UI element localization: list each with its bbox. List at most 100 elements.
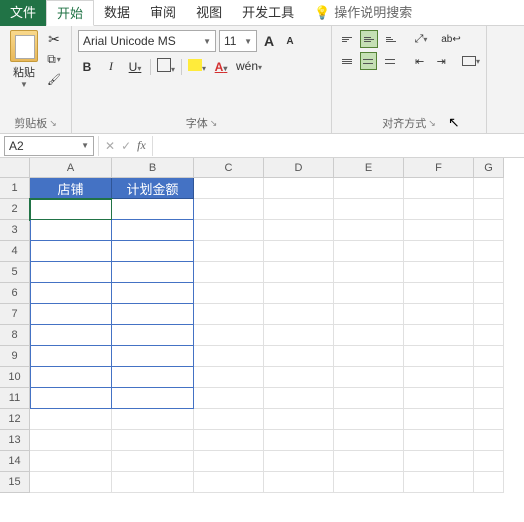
row-header[interactable]: 11 [0,388,30,409]
cell[interactable] [474,283,504,304]
cell[interactable] [112,409,194,430]
cell[interactable] [194,262,264,283]
col-header[interactable]: C [194,158,264,178]
cell[interactable] [112,241,194,262]
col-header[interactable]: D [264,158,334,178]
cut-button[interactable] [44,30,64,48]
cell[interactable] [474,199,504,220]
cell[interactable] [194,178,264,199]
cell[interactable] [264,325,334,346]
cell[interactable] [264,388,334,409]
cell[interactable] [264,451,334,472]
cell[interactable] [474,388,504,409]
cell[interactable] [334,472,404,493]
align-middle-button[interactable] [360,30,378,48]
merge-button[interactable]: ▾ [462,52,480,70]
tab-data[interactable]: 数据 [94,0,140,26]
cell[interactable] [30,409,112,430]
border-button[interactable]: ▾ [157,58,175,75]
cell[interactable]: 计划金额 [112,178,194,199]
cell[interactable] [474,409,504,430]
increase-font-button[interactable]: A [260,33,278,49]
wrap-text-button[interactable]: ab [442,30,460,48]
cell[interactable] [474,472,504,493]
paste-dropdown-icon[interactable]: ▼ [20,80,28,89]
row-header[interactable]: 5 [0,262,30,283]
col-header[interactable]: B [112,158,194,178]
cell[interactable] [30,220,112,241]
tab-dev[interactable]: 开发工具 [232,0,304,26]
cell[interactable] [112,262,194,283]
cell[interactable] [264,430,334,451]
col-header[interactable]: G [474,158,504,178]
cell[interactable] [112,346,194,367]
row-header[interactable]: 9 [0,346,30,367]
cell[interactable] [194,346,264,367]
cell[interactable] [112,451,194,472]
align-bottom-button[interactable] [382,30,400,48]
cell[interactable] [334,346,404,367]
cell[interactable] [404,178,474,199]
orientation-button[interactable]: ⤢▾ [412,30,430,48]
cell[interactable] [30,325,112,346]
cell[interactable] [194,388,264,409]
cell[interactable] [404,451,474,472]
font-name-select[interactable]: Arial Unicode MS ▼ [78,30,216,52]
spreadsheet-grid[interactable]: 1 2 3 4 5 6 7 8 9 10 11 12 13 14 15 A B … [0,158,524,493]
cell[interactable] [194,472,264,493]
cell[interactable] [194,409,264,430]
cell[interactable] [404,283,474,304]
cell[interactable] [30,472,112,493]
row-header[interactable]: 10 [0,367,30,388]
row-header[interactable]: 8 [0,325,30,346]
cell[interactable] [334,388,404,409]
cell[interactable] [334,178,404,199]
cell[interactable] [194,325,264,346]
row-header[interactable]: 1 [0,178,30,199]
cell[interactable] [334,367,404,388]
align-top-button[interactable] [338,30,356,48]
cell[interactable] [194,283,264,304]
cell[interactable] [264,283,334,304]
fx-button[interactable]: fx [137,138,146,153]
align-right-button[interactable] [381,52,399,70]
cell[interactable] [334,304,404,325]
cell[interactable] [474,178,504,199]
cell[interactable] [194,451,264,472]
cell[interactable] [264,367,334,388]
italic-button[interactable]: I [102,59,120,74]
cell[interactable] [404,241,474,262]
decrease-font-button[interactable]: A [281,36,299,47]
cell[interactable] [404,367,474,388]
cell[interactable] [30,388,112,409]
col-header[interactable]: F [404,158,474,178]
cell[interactable] [474,367,504,388]
col-header[interactable]: E [334,158,404,178]
cell[interactable] [404,199,474,220]
cell[interactable] [474,325,504,346]
row-header[interactable]: 3 [0,220,30,241]
cell[interactable] [474,262,504,283]
cell[interactable] [334,430,404,451]
increase-indent-button[interactable]: ⇥ [432,52,450,70]
cell[interactable]: 店铺 [30,178,112,199]
clipboard-expand-icon[interactable]: ↘ [49,118,57,129]
cell[interactable] [112,367,194,388]
col-header[interactable]: A [30,158,112,178]
cell[interactable] [194,220,264,241]
font-size-select[interactable]: 11 ▼ [219,30,257,52]
cell[interactable] [404,472,474,493]
row-header[interactable]: 4 [0,241,30,262]
cell[interactable] [334,409,404,430]
cell[interactable] [112,430,194,451]
enter-button[interactable]: ✓ [121,139,131,153]
cell[interactable] [112,388,194,409]
cell[interactable] [334,451,404,472]
align-left-button[interactable] [338,52,356,70]
cell[interactable] [404,304,474,325]
fill-color-button[interactable]: ▾ [188,59,206,74]
tab-tell-me[interactable]: 💡 操作说明搜索 [304,0,422,26]
cell[interactable] [334,283,404,304]
tab-file[interactable]: 文件 [0,0,46,26]
row-header[interactable]: 2 [0,199,30,220]
